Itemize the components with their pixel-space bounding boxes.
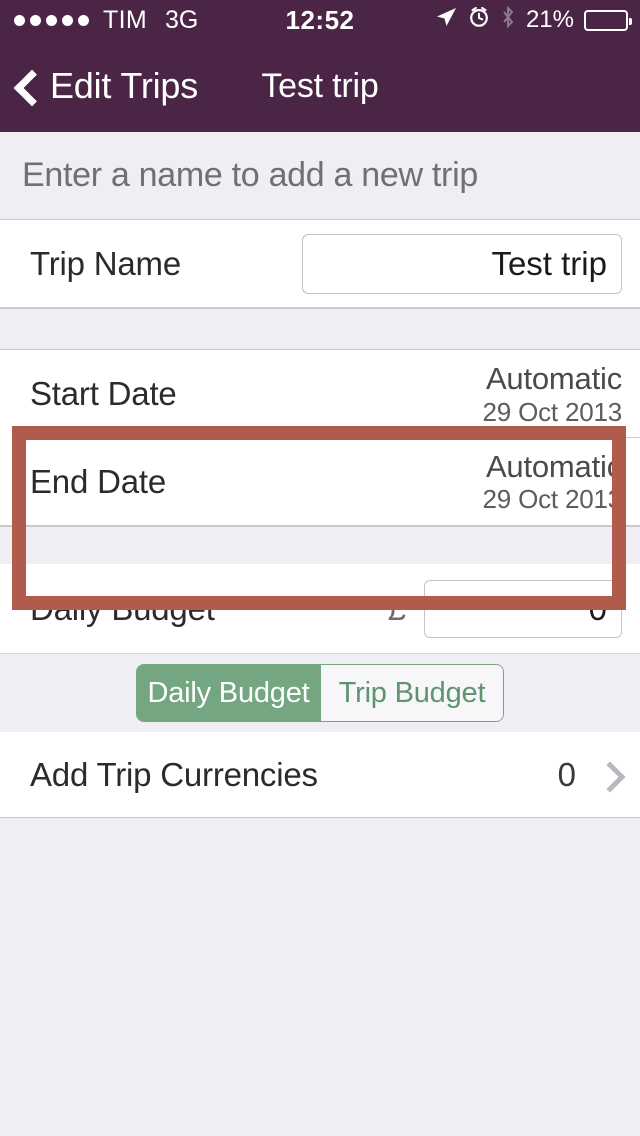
add-trip-currencies-row[interactable]: Add Trip Currencies 0 xyxy=(0,732,640,818)
battery-percentage-label: 21% xyxy=(525,6,574,33)
back-button-label: Edit Trips xyxy=(50,65,199,106)
back-button[interactable]: Edit Trips xyxy=(10,40,198,132)
status-bar-right: 21% xyxy=(434,5,632,36)
section-gap xyxy=(0,526,640,564)
end-date-mode: Automatic xyxy=(485,448,622,484)
status-bar: TIM 3G 12:52 21% xyxy=(0,0,640,40)
currency-symbol: £ xyxy=(387,589,406,627)
end-date-label: End Date xyxy=(30,462,166,500)
trip-name-label: Trip Name xyxy=(30,244,182,282)
end-date-text: 29 Oct 2013 xyxy=(482,484,623,515)
daily-budget-label: Daily Budget xyxy=(30,589,215,627)
chevron-right-icon xyxy=(598,764,620,786)
empty-area xyxy=(0,818,640,1118)
navigation-bar: Edit Trips Test trip xyxy=(0,40,640,132)
daily-budget-input[interactable]: 0 xyxy=(424,579,622,638)
trip-name-row[interactable]: Trip Name Test trip xyxy=(0,220,640,308)
trip-currencies-count: 0 xyxy=(557,755,576,793)
budget-type-row: Daily Budget Trip Budget xyxy=(0,654,640,732)
chevron-left-icon xyxy=(10,71,40,101)
phone-screen: TIM 3G 12:52 21% Edit Trips Test trip En… xyxy=(0,0,640,1136)
start-date-label: Start Date xyxy=(30,375,177,412)
battery-icon xyxy=(584,9,632,31)
trip-name-input[interactable]: Test trip xyxy=(302,233,622,294)
budget-type-segmented-control[interactable]: Daily Budget Trip Budget xyxy=(136,664,504,722)
add-trip-currencies-label: Add Trip Currencies xyxy=(30,755,318,793)
end-date-row[interactable]: End Date Automatic 29 Oct 2013 xyxy=(0,438,640,526)
start-date-row[interactable]: Start Date Automatic 29 Oct 2013 xyxy=(0,350,640,438)
content-area: Enter a name to add a new trip Trip Name… xyxy=(0,132,640,1136)
section-header: Enter a name to add a new trip xyxy=(0,132,640,220)
bluetooth-icon xyxy=(500,5,516,36)
daily-budget-row[interactable]: Daily Budget £ 0 xyxy=(0,564,640,654)
section-gap xyxy=(0,308,640,350)
location-arrow-icon xyxy=(434,5,458,36)
start-date-text: 29 Oct 2013 xyxy=(482,396,623,427)
start-date-value: Automatic 29 Oct 2013 xyxy=(482,361,623,427)
start-date-mode: Automatic xyxy=(485,361,622,397)
segment-trip-budget[interactable]: Trip Budget xyxy=(320,665,503,721)
segment-daily-budget[interactable]: Daily Budget xyxy=(137,665,320,721)
alarm-clock-icon xyxy=(468,6,490,35)
end-date-value: Automatic 29 Oct 2013 xyxy=(482,448,623,515)
